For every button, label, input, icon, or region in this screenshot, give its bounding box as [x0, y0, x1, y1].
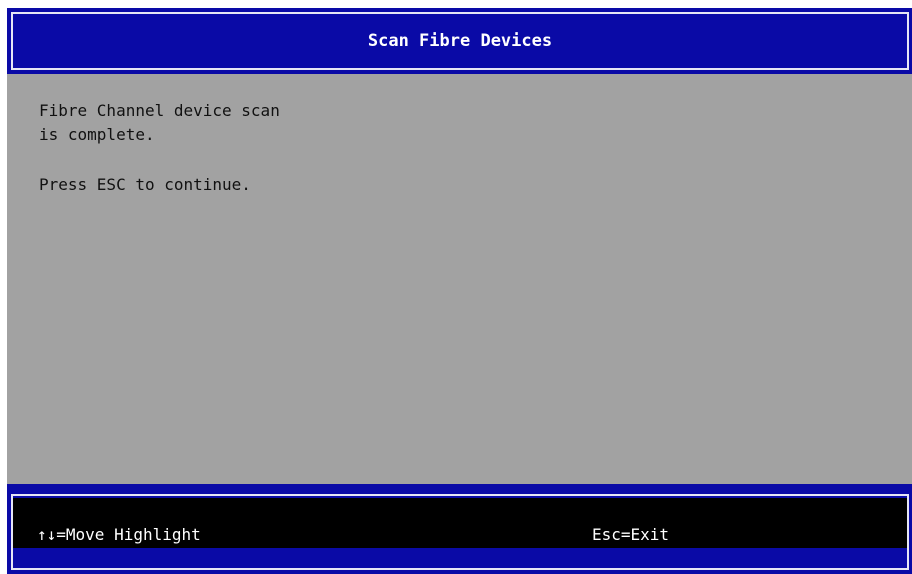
scan-message-line-1: Fibre Channel device scan	[39, 101, 280, 120]
status-bar: ↑↓=Move Highlight Esc=Exit	[7, 484, 912, 574]
screen-title: Scan Fibre Devices	[367, 31, 553, 51]
title-frame: Scan Fibre Devices	[11, 12, 909, 70]
esc-exit-hint[interactable]: Esc=Exit	[592, 525, 669, 544]
title-bar: Scan Fibre Devices	[7, 8, 912, 74]
status-hints-panel: ↑↓=Move Highlight Esc=Exit	[13, 498, 907, 548]
bios-screen: Scan Fibre Devices Fibre Channel device …	[7, 8, 912, 574]
scan-message-line-2: is complete.	[39, 125, 155, 144]
message-panel: Fibre Channel device scan is complete. P…	[7, 74, 912, 482]
continue-prompt: Press ESC to continue.	[39, 175, 251, 194]
move-highlight-hint: ↑↓=Move Highlight	[37, 525, 201, 544]
